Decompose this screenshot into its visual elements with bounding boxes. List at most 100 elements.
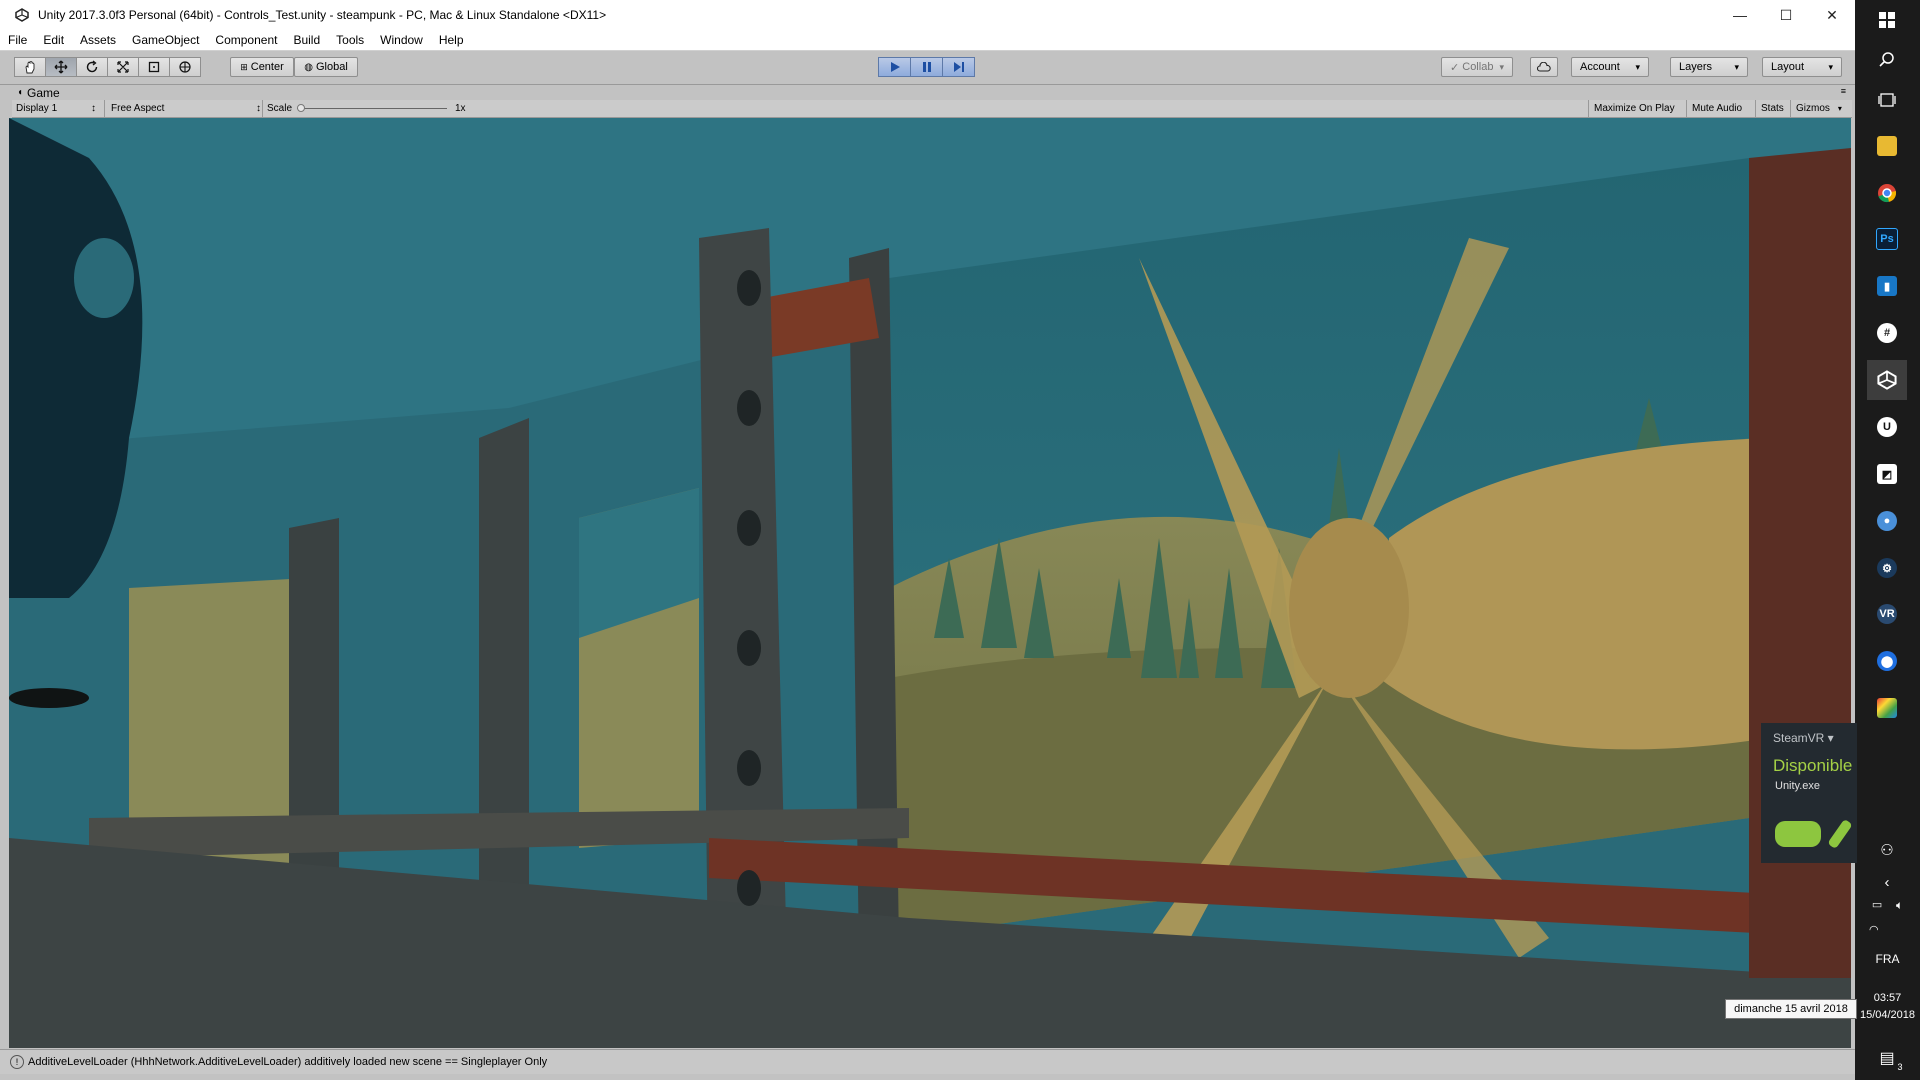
- steamvr-menu[interactable]: SteamVR ▾: [1773, 731, 1834, 745]
- headset-icon[interactable]: [1775, 821, 1821, 847]
- step-icon: [953, 62, 964, 72]
- color-palette-icon: [1877, 698, 1897, 718]
- collab-dropdown[interactable]: ✓ Collab: [1441, 57, 1513, 77]
- taskbar-photoshop[interactable]: Ps: [1867, 219, 1907, 259]
- game-pacman-icon: ◖: [17, 87, 24, 98]
- taskbar-steam[interactable]: ⚙: [1867, 548, 1907, 588]
- scale-slider[interactable]: [297, 100, 447, 117]
- taskbar-trello[interactable]: ▮: [1867, 266, 1907, 306]
- console-status-bar[interactable]: ! AdditiveLevelLoader (HhhNetwork.Additi…: [0, 1049, 1855, 1074]
- wifi-icon[interactable]: ◠: [1869, 924, 1879, 936]
- unreal-icon: U: [1877, 417, 1897, 437]
- status-message: AdditiveLevelLoader (HhhNetwork.Additive…: [28, 1056, 548, 1068]
- move-tool-button[interactable]: [45, 57, 77, 77]
- input-language[interactable]: FRA: [1855, 952, 1920, 966]
- globe-icon: ◍: [304, 61, 313, 73]
- taskbar-unity[interactable]: [1867, 360, 1907, 400]
- taskbar-notes[interactable]: ◩: [1867, 454, 1907, 494]
- rect-tool-button[interactable]: [138, 57, 170, 77]
- chrome-icon: [1878, 184, 1897, 203]
- controller-icon[interactable]: [1827, 818, 1853, 850]
- display-dropdown[interactable]: Display 1 ↕: [16, 100, 96, 117]
- menu-assets[interactable]: Assets: [72, 33, 124, 47]
- minimize-button[interactable]: —: [1717, 0, 1763, 30]
- battery-icon[interactable]: ▭: [1872, 898, 1882, 913]
- steamvr-app: Unity.exe: [1775, 780, 1821, 792]
- action-center-button[interactable]: ▤ 3: [1867, 1038, 1907, 1078]
- tray-expand-button[interactable]: ‹: [1867, 862, 1907, 902]
- start-button[interactable]: [1867, 0, 1907, 40]
- menu-bar: File Edit Assets GameObject Component Bu…: [0, 30, 1855, 51]
- taskbar-maps[interactable]: ⬤: [1867, 641, 1907, 681]
- rotate-tool-button[interactable]: [76, 57, 108, 77]
- menu-build[interactable]: Build: [285, 33, 328, 47]
- taskbar-steamvr[interactable]: VR: [1867, 594, 1907, 634]
- menu-help[interactable]: Help: [431, 33, 472, 47]
- volume-icon[interactable]: 🔈︎: [1896, 898, 1903, 913]
- notification-count: 3: [1897, 1062, 1903, 1072]
- step-button[interactable]: [942, 57, 975, 77]
- main-toolbar: ⊞ Center ◍ Global ✓ Collab Account Layer…: [0, 51, 1855, 85]
- tab-menu-icon[interactable]: ≡: [1841, 86, 1846, 96]
- play-button[interactable]: [878, 57, 911, 77]
- gizmos-dropdown[interactable]: Gizmos ▾: [1790, 100, 1847, 117]
- layout-dropdown[interactable]: Layout: [1762, 57, 1842, 77]
- clock-time: 03:57: [1873, 992, 1902, 1004]
- menu-tools[interactable]: Tools: [328, 33, 372, 47]
- cloud-button[interactable]: [1530, 57, 1558, 77]
- taskbar-color-app[interactable]: [1867, 688, 1907, 728]
- photoshop-icon: Ps: [1876, 228, 1898, 250]
- scale-slider-thumb[interactable]: [297, 104, 305, 112]
- move-arrows-icon: [54, 60, 68, 74]
- pause-button[interactable]: [910, 57, 943, 77]
- check-icon: ✓: [1450, 61, 1460, 74]
- close-button[interactable]: ✕: [1809, 0, 1855, 30]
- scale-icon: [117, 61, 129, 73]
- pivot-center-button[interactable]: ⊞ Center: [230, 57, 294, 77]
- menu-file[interactable]: File: [0, 33, 35, 47]
- taskbar-unreal[interactable]: U: [1867, 407, 1907, 447]
- steam-icon: ⚙: [1877, 558, 1897, 578]
- steamvr-status: Disponible: [1773, 756, 1853, 775]
- game-view-toolbar: Display 1 ↕ Free Aspect ↕ Scale 1x Maximiz…: [12, 100, 1852, 118]
- search-button[interactable]: [1867, 40, 1907, 80]
- clock[interactable]: 03:57 15/04/2018: [1855, 990, 1920, 1024]
- scale-tool-button[interactable]: [107, 57, 139, 77]
- hand-icon: [25, 60, 35, 74]
- info-icon: !: [10, 1055, 24, 1069]
- date-tooltip: dimanche 15 avril 2018: [1725, 999, 1857, 1019]
- task-view-button[interactable]: [1867, 80, 1907, 120]
- steamvr-popup[interactable]: SteamVR ▾ Disponible Unity.exe: [1761, 723, 1857, 863]
- aspect-dropdown[interactable]: Free Aspect ↕: [104, 100, 261, 117]
- notification-icon: ▤ 3: [1879, 1050, 1903, 1072]
- rect-transform-icon: [148, 61, 160, 73]
- game-viewport[interactable]: [9, 118, 1851, 1048]
- transform-tool-button[interactable]: [169, 57, 201, 77]
- layers-dropdown[interactable]: Layers: [1670, 57, 1748, 77]
- account-dropdown[interactable]: Account: [1571, 57, 1649, 77]
- play-icon: [890, 62, 900, 72]
- taskbar-file-explorer[interactable]: [1867, 126, 1907, 166]
- maximize-button[interactable]: ☐: [1763, 0, 1809, 30]
- map-pin-icon: ⬤: [1877, 651, 1897, 671]
- game-view-tab[interactable]: ◖ Game ≡: [12, 85, 1852, 100]
- chevron-down-icon: ▾: [1837, 104, 1842, 113]
- search-icon: [1879, 52, 1894, 67]
- sticky-notes-icon: ◩: [1877, 464, 1897, 484]
- taskbar-slack[interactable]: #: [1867, 313, 1907, 353]
- menu-edit[interactable]: Edit: [35, 33, 72, 47]
- taskbar-app-circle[interactable]: ●: [1867, 501, 1907, 541]
- maximize-on-play-toggle[interactable]: Maximize On Play: [1588, 100, 1680, 117]
- updown-icon: ↕: [91, 103, 96, 114]
- menu-window[interactable]: Window: [372, 33, 431, 47]
- stats-toggle[interactable]: Stats: [1755, 100, 1789, 117]
- mute-audio-toggle[interactable]: Mute Audio: [1686, 100, 1747, 117]
- clock-date: 15/04/2018: [1859, 1009, 1916, 1021]
- menu-gameobject[interactable]: GameObject: [124, 33, 207, 47]
- hand-tool-button[interactable]: [14, 57, 46, 77]
- taskbar-chrome[interactable]: [1867, 173, 1907, 213]
- scale-slider-track: [297, 108, 447, 109]
- pivot-global-button[interactable]: ◍ Global: [294, 57, 358, 77]
- menu-component[interactable]: Component: [207, 33, 285, 47]
- circle-app-icon: ●: [1877, 511, 1897, 531]
